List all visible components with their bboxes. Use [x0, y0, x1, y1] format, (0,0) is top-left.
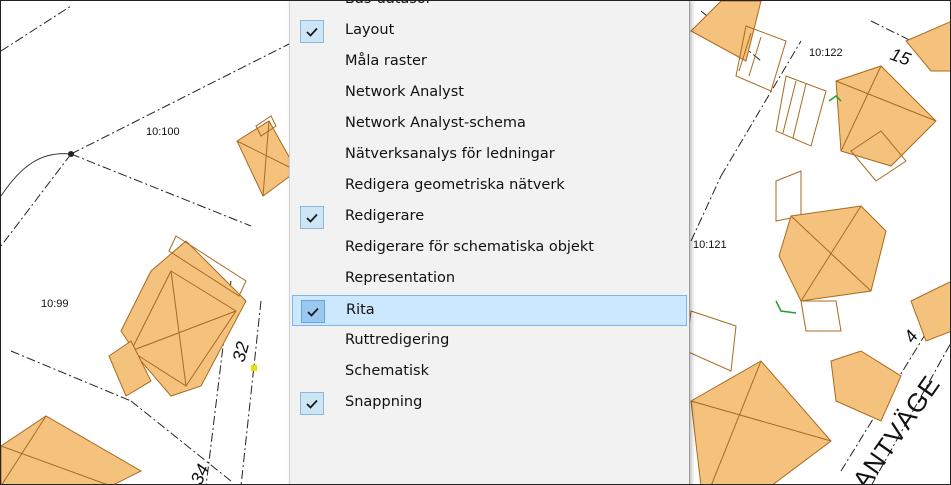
check-slot	[300, 113, 324, 136]
menu-item-label: Snappning	[345, 394, 423, 410]
menu-item-representation[interactable]: Representation	[290, 264, 689, 295]
menu-item-label: Bas-datasor	[345, 1, 432, 7]
house-number: 32	[229, 340, 254, 365]
menu-item-network-analyst[interactable]: Network Analyst	[290, 78, 689, 109]
parcel-label: 10:100	[146, 126, 180, 138]
menu-item-redigerare-för-schematiska-objekt[interactable]: Redigerare för schematiska objekt	[290, 233, 689, 264]
check-slot	[300, 144, 324, 167]
point-marker	[251, 365, 257, 371]
menu-item-måla-raster[interactable]: Måla raster	[290, 47, 689, 78]
check-slot	[300, 175, 324, 198]
menu-item-bas-datasor[interactable]: Bas-datasor	[290, 1, 689, 16]
check-slot	[300, 330, 324, 353]
check-slot	[301, 300, 325, 323]
parcel-label: 10:122	[809, 47, 843, 59]
menu-item-network-analyst-schema[interactable]: Network Analyst-schema	[290, 109, 689, 140]
menu-item-nätverksanalys-för-ledningar[interactable]: Nätverksanalys för ledningar	[290, 140, 689, 171]
menu-item-label: Ruttredigering	[345, 332, 450, 348]
road-curve	[1, 153, 72, 197]
menu-item-ruttredigering[interactable]: Ruttredigering	[290, 326, 689, 357]
check-slot	[300, 51, 324, 74]
menu-item-label: Network Analyst-schema	[345, 115, 526, 131]
check-slot	[300, 268, 324, 291]
checkmark-icon	[306, 213, 318, 223]
menu-item-label: Network Analyst	[345, 84, 464, 100]
parcel-label: 10:99	[41, 298, 69, 310]
check-slot	[300, 82, 324, 105]
checkmark-icon	[307, 307, 319, 317]
menu-item-label: Redigera geometriska nätverk	[345, 177, 565, 193]
parcel-label: 10:121	[693, 239, 727, 251]
menu-item-label: Måla raster	[345, 53, 427, 69]
check-slot	[300, 392, 324, 415]
menu-item-label: Redigerare för schematiska objekt	[345, 239, 594, 255]
check-slot	[300, 20, 324, 43]
checkmark-icon	[306, 399, 318, 409]
check-slot	[300, 206, 324, 229]
house-number: 4	[900, 327, 922, 347]
menu-item-label: Layout	[345, 22, 395, 38]
app-window: 10:100 10:99 10:122 10:121 15 32 4 34 AN…	[0, 0, 951, 485]
menu-item-label: Nätverksanalys för ledningar	[345, 146, 555, 162]
check-slot	[300, 361, 324, 384]
check-slot	[300, 237, 324, 260]
house-number: 15	[888, 44, 915, 70]
menu-item-redigera-geometriska-nätverk[interactable]: Redigera geometriska nätverk	[290, 171, 689, 202]
menu-items: Bas-datasor Layout Måla raster Network Anal…	[290, 1, 689, 419]
menu-item-redigerare[interactable]: Redigerare	[290, 202, 689, 233]
menu-item-schematisk[interactable]: Schematisk	[290, 357, 689, 388]
checkmark-icon	[306, 27, 318, 37]
menu-item-layout[interactable]: Layout	[290, 16, 689, 47]
check-slot	[300, 1, 324, 12]
menu-item-rita[interactable]: Rita	[292, 295, 687, 326]
menu-item-label: Rita	[346, 302, 375, 318]
menu-item-snappning[interactable]: Snappning	[290, 388, 689, 419]
menu-item-label: Schematisk	[345, 363, 429, 379]
house-number: 34	[186, 461, 213, 485]
menu-item-label: Redigerare	[345, 208, 425, 224]
boundary-point	[68, 151, 74, 157]
menu-item-label: Representation	[345, 270, 456, 286]
toolbars-context-menu: Bas-datasor Layout Måla raster Network Anal…	[289, 1, 690, 484]
